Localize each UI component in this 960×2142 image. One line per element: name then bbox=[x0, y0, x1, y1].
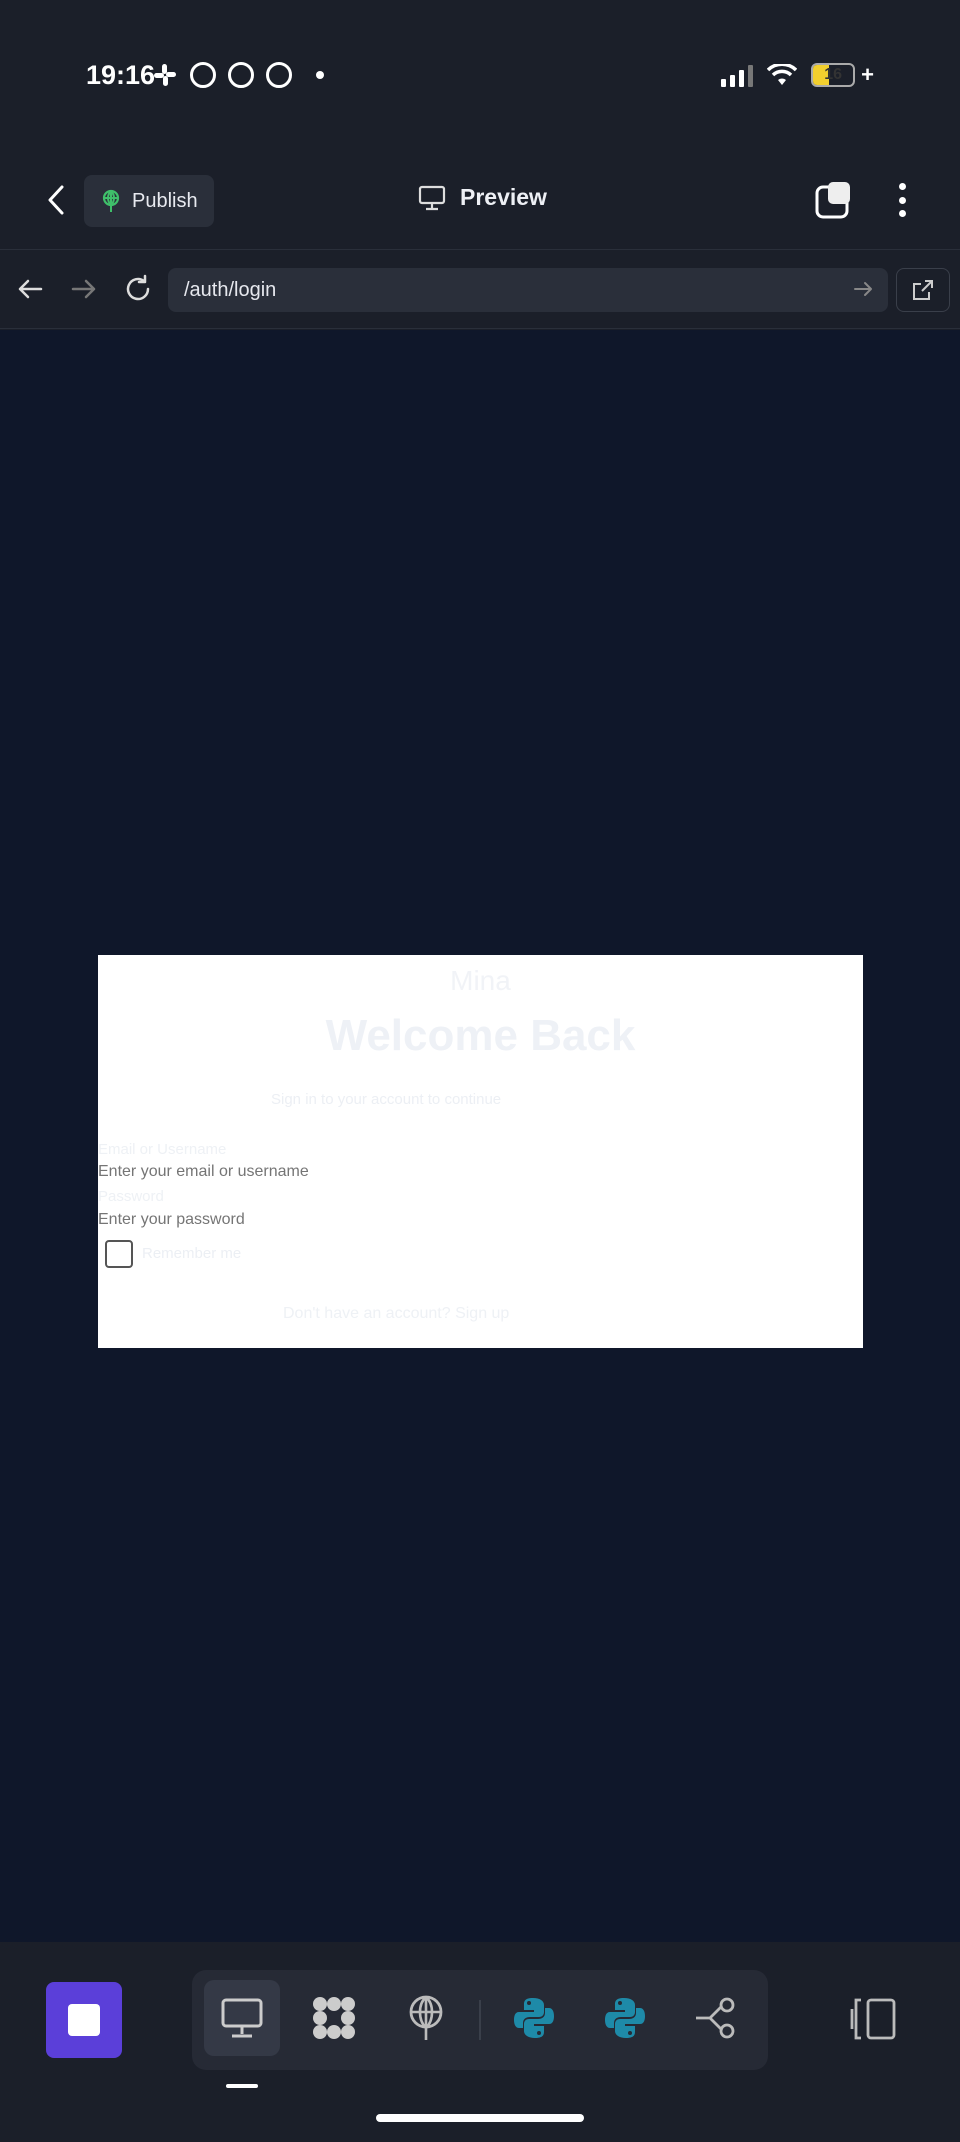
email-field[interactable] bbox=[98, 1163, 398, 1181]
url-input[interactable]: /auth/login bbox=[168, 268, 888, 312]
external-link-icon bbox=[913, 280, 933, 300]
page-title: Welcome Back bbox=[325, 1011, 636, 1060]
stop-button[interactable] bbox=[46, 1982, 122, 2058]
panel-toggle-button[interactable] bbox=[848, 1997, 898, 2041]
login-form-card: Mina Welcome Back Sign in to your accoun… bbox=[98, 955, 863, 1348]
open-in-new-tab-button[interactable] bbox=[896, 268, 950, 312]
more-notifications-dot-icon bbox=[316, 71, 324, 79]
browser-forward-button[interactable] bbox=[66, 271, 102, 307]
battery-level: 16 bbox=[824, 66, 843, 83]
more-options-button[interactable] bbox=[892, 180, 912, 220]
app-notification-icon bbox=[228, 62, 254, 88]
python-icon bbox=[605, 1998, 645, 2038]
app-notification-icon bbox=[266, 62, 292, 88]
reload-button[interactable] bbox=[120, 271, 156, 307]
toolbar-divider bbox=[479, 2000, 481, 2040]
arrow-left-icon bbox=[18, 279, 43, 299]
wifi-icon bbox=[766, 62, 798, 86]
status-bar: 19:16 16 + bbox=[0, 0, 960, 150]
go-arrow-icon[interactable] bbox=[852, 278, 874, 300]
brand-name: Mina bbox=[450, 965, 511, 996]
app-preview: Mina Welcome Back Sign in to your accoun… bbox=[0, 330, 960, 1942]
home-indicator bbox=[376, 2114, 584, 2122]
deploy-icon bbox=[102, 189, 120, 212]
page-subtitle: Sign in to your account to continue bbox=[271, 1091, 502, 1108]
back-button[interactable] bbox=[38, 180, 74, 220]
remember-me-checkbox[interactable] bbox=[105, 1240, 133, 1268]
stop-icon bbox=[68, 2004, 100, 2036]
browser-back-button[interactable] bbox=[12, 271, 48, 307]
email-label: Email or Username bbox=[98, 1141, 227, 1158]
workflow-tool[interactable] bbox=[678, 1980, 754, 2056]
browser-url-row: /auth/login bbox=[0, 251, 960, 329]
battery-icon: 16 bbox=[811, 63, 856, 87]
whatsapp-icon bbox=[190, 62, 216, 88]
url-text: /auth/login bbox=[184, 279, 277, 301]
python-tool-2[interactable] bbox=[587, 1980, 663, 2056]
workflow-icon bbox=[696, 1997, 735, 2039]
system-status: 16 + bbox=[721, 62, 874, 88]
deploy-tool[interactable] bbox=[388, 1980, 464, 2056]
preview-title[interactable]: Preview bbox=[418, 184, 547, 211]
active-tool-indicator bbox=[226, 2084, 258, 2088]
notification-icons bbox=[152, 62, 324, 88]
status-time: 19:16 bbox=[86, 60, 156, 90]
password-field[interactable] bbox=[98, 1211, 398, 1229]
editor-top-bar: Publish Preview bbox=[0, 150, 960, 250]
tool-group bbox=[192, 1970, 768, 2070]
signup-link[interactable]: Don't have an account? Sign up bbox=[283, 1305, 509, 1323]
signal-icon bbox=[721, 63, 754, 87]
tabs-icon bbox=[815, 182, 850, 219]
desktop-icon bbox=[221, 1998, 263, 2038]
publish-button[interactable]: Publish bbox=[84, 175, 214, 227]
python-icon bbox=[514, 1998, 554, 2038]
charging-indicator: + bbox=[861, 62, 874, 87]
reload-icon bbox=[126, 274, 150, 301]
apps-icon bbox=[313, 1997, 355, 2039]
monitor-icon bbox=[418, 185, 446, 210]
tabs-button[interactable] bbox=[814, 180, 854, 220]
publish-label: Publish bbox=[132, 189, 198, 212]
chevron-left-icon bbox=[48, 185, 64, 215]
webview-tool[interactable] bbox=[204, 1980, 280, 2056]
panel-icon bbox=[850, 1998, 896, 2040]
deploy-icon bbox=[409, 1995, 443, 2040]
bottom-toolbar bbox=[0, 1942, 960, 2142]
arrow-right-icon bbox=[71, 279, 96, 299]
more-dots-icon bbox=[898, 183, 906, 190]
slack-icon bbox=[154, 64, 176, 86]
password-label: Password bbox=[98, 1188, 164, 1205]
apps-tool[interactable] bbox=[296, 1980, 372, 2056]
preview-label: Preview bbox=[460, 184, 547, 210]
python-tool-1[interactable] bbox=[496, 1980, 572, 2056]
remember-me-label: Remember me bbox=[142, 1245, 242, 1262]
